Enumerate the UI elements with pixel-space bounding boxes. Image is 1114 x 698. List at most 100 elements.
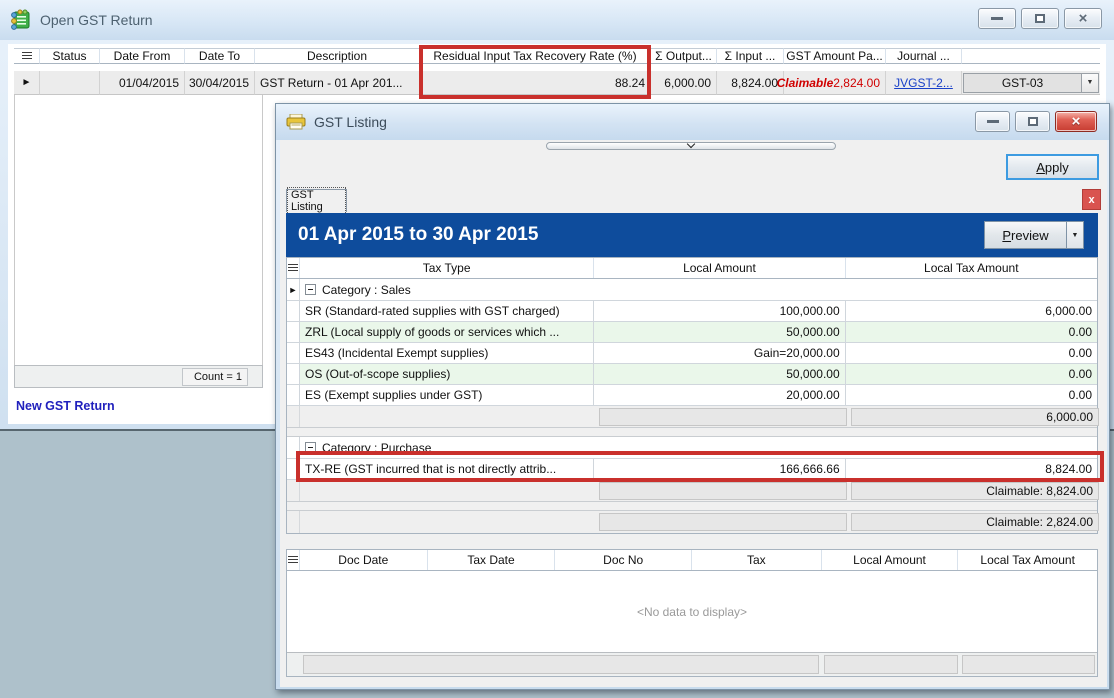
footer-summary-box: [824, 655, 958, 674]
collapse-panel-splitter[interactable]: [546, 142, 836, 150]
claimable-value: 2,824.00: [833, 76, 880, 90]
main-window-titlebar[interactable]: Open GST Return ×: [0, 0, 1114, 40]
col-header-description[interactable]: Description: [255, 48, 420, 64]
row-indicator: [287, 385, 300, 405]
dialog-minimize-button[interactable]: [975, 111, 1010, 132]
gst-form-value[interactable]: GST-03: [963, 73, 1082, 93]
tax-row[interactable]: ZRL (Local supply of goods or services w…: [287, 322, 1097, 343]
cell-local-amount[interactable]: 50,000.00: [594, 322, 845, 342]
col-header-tax-date[interactable]: Tax Date: [428, 550, 556, 570]
col-header-date-from[interactable]: Date From: [100, 48, 185, 64]
cell-tax-type[interactable]: OS (Out-of-scope supplies): [300, 364, 594, 384]
no-data-message: <No data to display>: [637, 605, 747, 619]
tax-row[interactable]: OS (Out-of-scope supplies)50,000.000.00: [287, 364, 1097, 385]
cell-sum-input[interactable]: 8,824.00: [717, 71, 784, 95]
claimable-label: Claimable: [777, 76, 834, 90]
col-header-sum-output[interactable]: Σ Output...: [651, 48, 717, 64]
dialog-close-button[interactable]: ×: [1055, 111, 1097, 132]
row-pointer-icon: ►: [289, 285, 298, 295]
cell-journal[interactable]: JVGST-2...: [886, 71, 962, 95]
gst-return-grid-empty-area: [14, 95, 263, 365]
cell-date-from[interactable]: 01/04/2015: [100, 71, 185, 95]
col-header-tax-type[interactable]: Tax Type: [300, 258, 594, 278]
main-close-button[interactable]: ×: [1064, 8, 1102, 29]
cell-local-amount[interactable]: 100,000.00: [594, 301, 845, 321]
cell-description[interactable]: GST Return - 01 Apr 201...: [255, 71, 420, 95]
cell-form[interactable]: GST-03 ▼: [962, 71, 1100, 95]
combobox-dropdown-button[interactable]: ▼: [1082, 73, 1099, 93]
col-header-form: [962, 48, 1100, 64]
preview-split-button[interactable]: Preview ▼: [984, 221, 1084, 249]
tax-row[interactable]: SR (Standard-rated supplies with GST cha…: [287, 301, 1097, 322]
category-group-row[interactable]: ► Category : Sales: [287, 279, 1097, 301]
row-pointer-icon: ►: [22, 77, 32, 88]
preview-dropdown-button[interactable]: ▼: [1067, 221, 1084, 249]
category-label: Category : Sales: [322, 283, 411, 297]
cell-gst-amount[interactable]: Claimable2,824.00: [784, 71, 886, 95]
journal-link[interactable]: JVGST-2...: [894, 76, 953, 90]
col-header-gst-amount[interactable]: GST Amount Pa...: [784, 48, 886, 64]
cell-local-tax-amount[interactable]: 0.00: [846, 385, 1097, 405]
apply-button[interactable]: Apply: [1006, 154, 1099, 180]
gst-listing-dialog: GST Listing × Apply GST Listing x 01 Apr…: [275, 103, 1110, 690]
col-header-local-amount[interactable]: Local Amount: [594, 258, 845, 278]
tax-row[interactable]: ES43 (Incidental Exempt supplies)Gain=20…: [287, 343, 1097, 364]
col-header-status[interactable]: Status: [40, 48, 100, 64]
maximize-icon: [1035, 14, 1045, 23]
dialog-titlebar[interactable]: GST Listing ×: [276, 104, 1109, 140]
cell-local-tax-amount[interactable]: 0.00: [846, 322, 1097, 342]
col-header-tax[interactable]: Tax: [692, 550, 822, 570]
col-header-doc-no[interactable]: Doc No: [555, 550, 692, 570]
col-header-local-tax-amount[interactable]: Local Tax Amount: [846, 258, 1097, 278]
preview-button[interactable]: Preview: [984, 221, 1067, 249]
cell-local-tax-amount[interactable]: 0.00: [846, 343, 1097, 363]
footer-summary-box: [303, 655, 819, 674]
dialog-maximize-button[interactable]: [1015, 111, 1050, 132]
cell-local-amount[interactable]: 50,000.00: [594, 364, 845, 384]
cell-tax-type[interactable]: ZRL (Local supply of goods or services w…: [300, 322, 594, 342]
new-gst-return-link[interactable]: New GST Return: [16, 399, 115, 413]
cell-sum-output[interactable]: 6,000.00: [651, 71, 717, 95]
cell-tax-type[interactable]: ES43 (Incidental Exempt supplies): [300, 343, 594, 363]
group-summary-row: Claimable: 8,824.00: [287, 480, 1097, 502]
cell-tax-type[interactable]: ES (Exempt supplies under GST): [300, 385, 594, 405]
cell-local-amount[interactable]: Gain=20,000.00: [594, 343, 845, 363]
gst-form-combobox[interactable]: GST-03 ▼: [963, 73, 1099, 93]
tab-close-icon: x: [1088, 194, 1094, 206]
detail-grid-body: <No data to display>: [287, 571, 1097, 652]
minimize-icon: [987, 120, 999, 123]
desktop: { "icons": { "close": "×", "dropdown": "…: [0, 0, 1114, 698]
close-icon: ×: [1079, 11, 1088, 26]
row-indicator: [287, 301, 300, 321]
cell-tax-type[interactable]: SR (Standard-rated supplies with GST cha…: [300, 301, 594, 321]
col-header-doc-date[interactable]: Doc Date: [300, 550, 428, 570]
cell-local-tax-amount[interactable]: 6,000.00: [846, 301, 1097, 321]
column-chooser-icon: [288, 556, 298, 565]
main-minimize-button[interactable]: [978, 8, 1016, 29]
grand-summary-local-amount-box: [599, 513, 847, 531]
detail-grid-footer: [287, 652, 1097, 676]
footer-summary-box: [962, 655, 1095, 674]
main-maximize-button[interactable]: [1021, 8, 1059, 29]
cell-status[interactable]: [40, 71, 100, 95]
row-indicator: [287, 322, 300, 342]
cell-local-tax-amount[interactable]: 0.00: [846, 364, 1097, 384]
column-chooser-button[interactable]: [14, 48, 40, 64]
collapse-icon[interactable]: [305, 284, 316, 295]
column-chooser-button[interactable]: [287, 550, 300, 570]
cell-local-amount[interactable]: 20,000.00: [594, 385, 845, 405]
grid-section-gap: [287, 428, 1097, 437]
col-header-detail-local-amount[interactable]: Local Amount: [822, 550, 959, 570]
col-header-detail-local-tax-amount[interactable]: Local Tax Amount: [958, 550, 1097, 570]
tab-close-button[interactable]: x: [1082, 189, 1101, 210]
tax-grid-body: ► Category : Sales SR (Standard-rated supp…: [287, 279, 1097, 533]
grid-section-gap: [287, 502, 1097, 511]
column-chooser-button[interactable]: [287, 258, 300, 278]
col-header-journal[interactable]: Journal ...: [886, 48, 962, 64]
tab-gst-listing[interactable]: GST Listing: [286, 189, 347, 212]
col-header-date-to[interactable]: Date To: [185, 48, 255, 64]
col-header-sum-input[interactable]: Σ Input ...: [717, 48, 784, 64]
cell-date-to[interactable]: 30/04/2015: [185, 71, 255, 95]
summary-local-amount-box: [599, 408, 847, 426]
tax-row[interactable]: ES (Exempt supplies under GST)20,000.000…: [287, 385, 1097, 406]
